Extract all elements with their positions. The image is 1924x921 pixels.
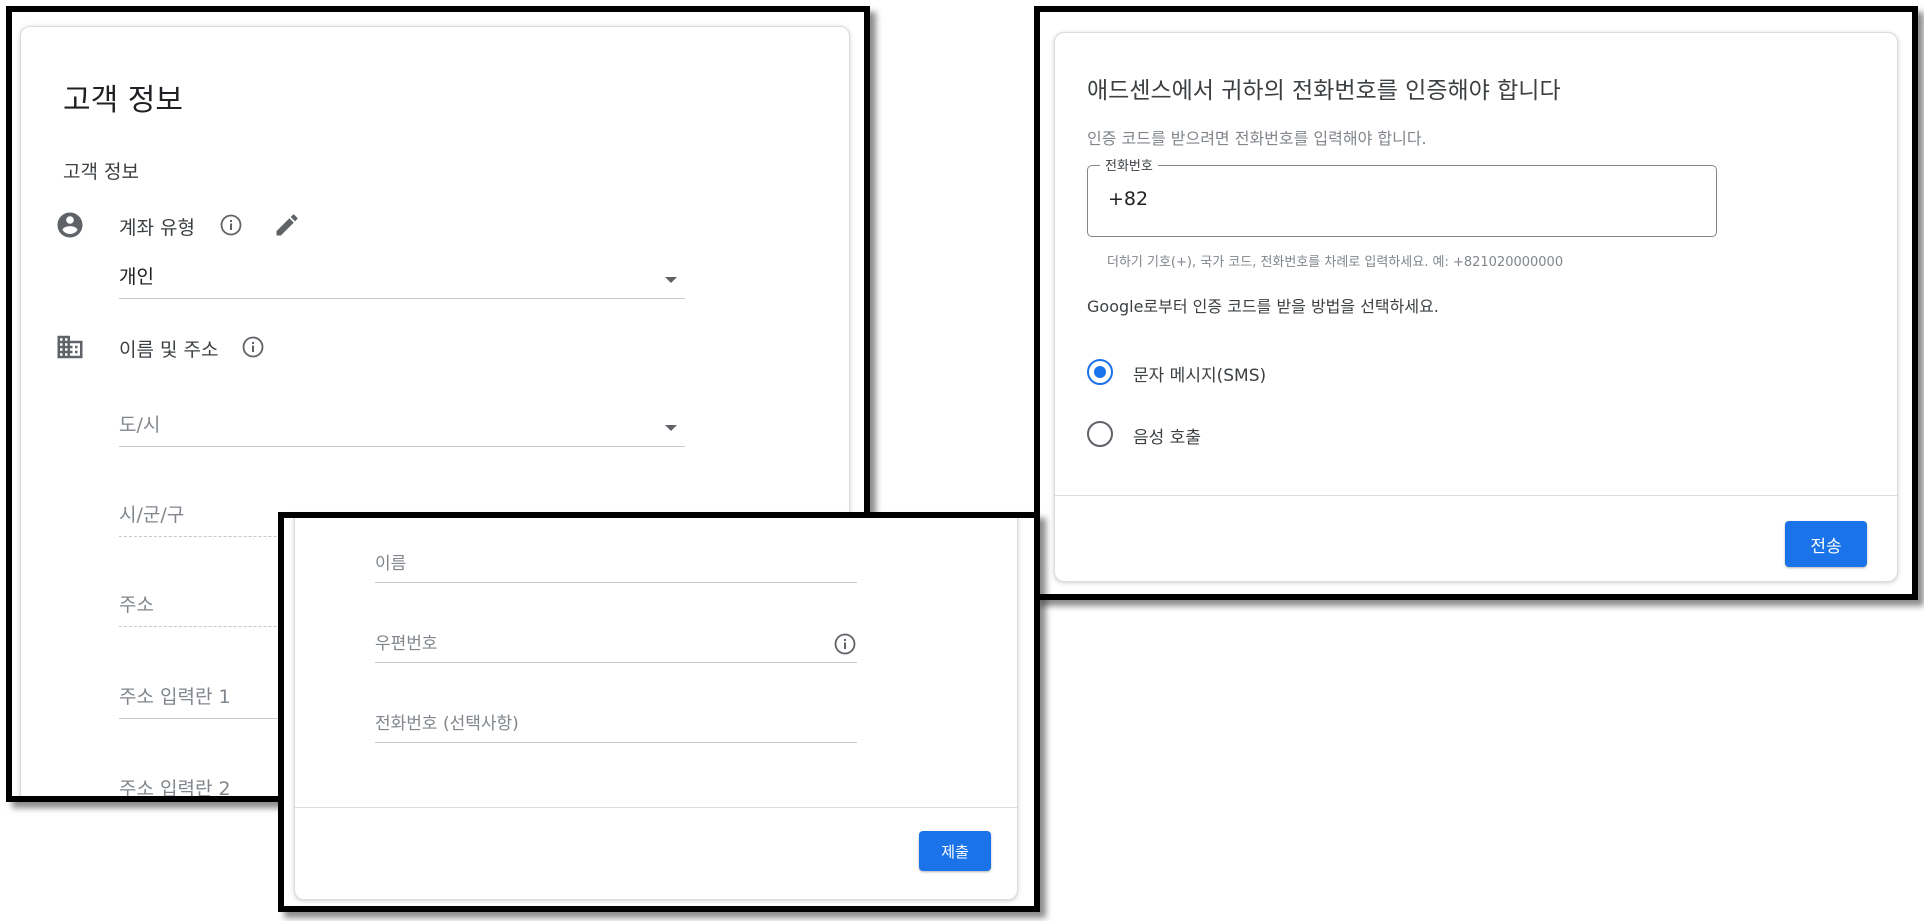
phone-number-value: +82	[1108, 188, 1149, 210]
postal-code-input[interactable]: 우편번호	[375, 629, 857, 663]
phone-number-label: 전화번호	[1100, 155, 1158, 174]
dropdown-arrow-icon	[665, 425, 677, 431]
name-placeholder: 이름	[375, 554, 407, 574]
voice-call-radio[interactable]	[1087, 421, 1113, 447]
postal-code-placeholder: 우편번호	[375, 634, 438, 654]
address-line2-placeholder: 주소 입력란 2	[119, 778, 231, 800]
account-type-label: 계좌 유형	[119, 217, 195, 239]
province-select[interactable]: 도/시	[119, 397, 685, 447]
info-icon[interactable]	[219, 213, 243, 237]
dropdown-arrow-icon	[665, 277, 677, 283]
phone-optional-placeholder: 전화번호 (선택사항)	[375, 714, 519, 734]
phone-optional-input[interactable]: 전화번호 (선택사항)	[375, 709, 857, 743]
divider	[295, 807, 1017, 808]
account-type-select[interactable]: 개인	[119, 249, 685, 299]
person-icon	[57, 212, 83, 238]
method-prompt: Google로부터 인증 코드를 받을 방법을 선택하세요.	[1087, 297, 1439, 316]
address-placeholder: 주소	[119, 594, 154, 616]
verification-title: 애드센스에서 귀하의 전화번호를 인증해야 합니다	[1087, 78, 1561, 104]
sms-radio[interactable]	[1087, 359, 1113, 385]
business-icon	[57, 335, 83, 359]
address-line1-placeholder: 주소 입력란 1	[119, 686, 231, 708]
phone-number-input[interactable]: 전화번호 +82	[1087, 155, 1717, 237]
send-button[interactable]: 전송	[1785, 521, 1867, 567]
verification-description: 인증 코드를 받으려면 전화번호를 입력해야 합니다.	[1087, 129, 1427, 148]
account-type-value: 개인	[119, 266, 154, 288]
divider	[1055, 495, 1897, 496]
sms-option-label[interactable]: 문자 메시지(SMS)	[1133, 361, 1266, 386]
city-placeholder: 시/군/구	[119, 504, 185, 526]
name-input[interactable]: 이름	[375, 549, 857, 583]
edit-icon[interactable]	[273, 211, 301, 239]
submit-button[interactable]: 제출	[919, 831, 991, 871]
phone-verification-card: 애드센스에서 귀하의 전화번호를 인증해야 합니다 인증 코드를 받으려면 전화…	[1054, 32, 1898, 582]
voice-call-option-label[interactable]: 음성 호출	[1133, 423, 1201, 448]
radio-selected-dot	[1093, 365, 1106, 378]
info-icon[interactable]	[241, 335, 265, 359]
form-card: 이름 우편번호 전화번호 (선택사항) 제출	[294, 518, 1018, 900]
phone-verification-panel: 애드센스에서 귀하의 전화번호를 인증해야 합니다 인증 코드를 받으려면 전화…	[1034, 6, 1918, 600]
name-address-label: 이름 및 주소	[119, 339, 219, 361]
name-postal-form-panel: 이름 우편번호 전화번호 (선택사항) 제출	[278, 512, 1040, 912]
section-heading: 고객 정보	[63, 161, 139, 183]
province-placeholder: 도/시	[119, 414, 161, 436]
page-title: 고객 정보	[63, 83, 183, 118]
phone-hint: 더하기 기호(+), 국가 코드, 전화번호를 차례로 입력하세요. 예: +8…	[1107, 255, 1564, 270]
info-icon[interactable]	[833, 632, 857, 656]
